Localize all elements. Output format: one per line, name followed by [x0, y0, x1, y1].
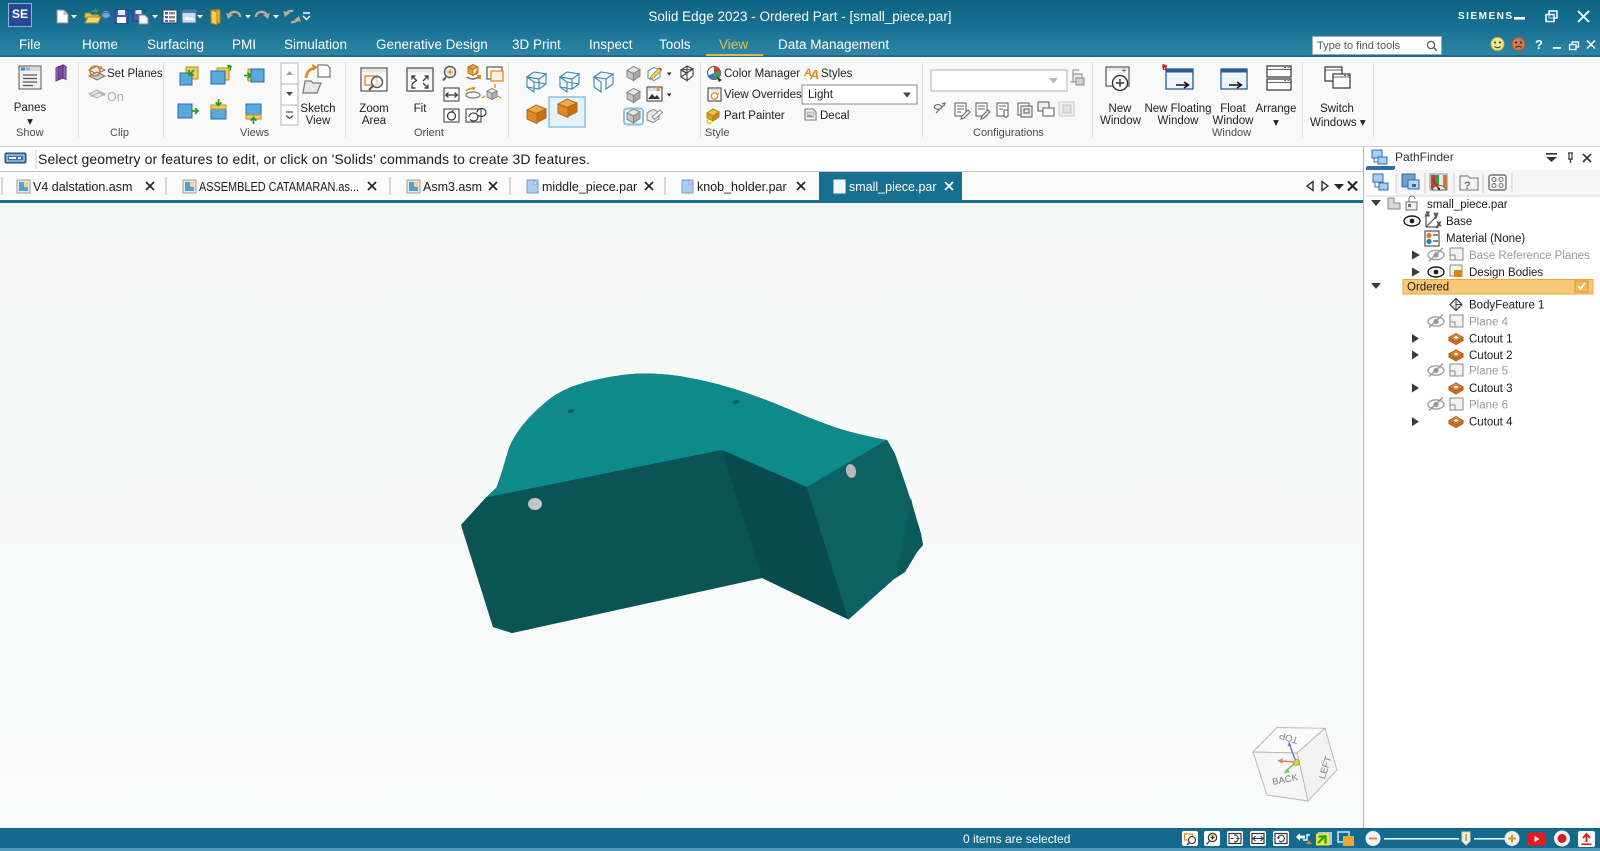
svg-text:Design Bodies: Design Bodies	[1469, 267, 1543, 279]
svg-text:Asm3.asm: Asm3.asm	[423, 180, 482, 194]
svg-text:Plane 6: Plane 6	[1469, 399, 1508, 411]
svg-text:Plane 5: Plane 5	[1469, 366, 1508, 378]
svg-text:Cutout 2: Cutout 2	[1469, 350, 1512, 362]
svg-text:small_piece.par: small_piece.par	[849, 180, 937, 194]
svg-text:A: A	[809, 67, 819, 82]
svg-text:?: ?	[1535, 37, 1543, 52]
svg-text:V4 dalstation.asm: V4 dalstation.asm	[33, 180, 132, 194]
svg-text:BodyFeature 1: BodyFeature 1	[1469, 300, 1544, 312]
svg-text:Cutout 1: Cutout 1	[1469, 334, 1512, 346]
svg-text:Ordered: Ordered	[1407, 282, 1449, 294]
svg-text:Base: Base	[1446, 216, 1472, 228]
svg-text:Cutout 4: Cutout 4	[1469, 417, 1513, 429]
svg-text:Base Reference Planes: Base Reference Planes	[1469, 250, 1590, 262]
svg-text:z: z	[1426, 211, 1430, 218]
svg-text:y: y	[1434, 212, 1438, 219]
svg-text:ASSEMBLED CATAMARAN.as...: ASSEMBLED CATAMARAN.as...	[199, 180, 359, 194]
svg-text:PathFinder: PathFinder	[1395, 150, 1454, 164]
svg-text:x: x	[1437, 221, 1441, 228]
svg-text:middle_piece.par: middle_piece.par	[542, 180, 637, 194]
svg-text:knob_holder.par: knob_holder.par	[697, 180, 787, 194]
svg-text:small_piece.par: small_piece.par	[1427, 199, 1508, 211]
svg-text:Cutout 3: Cutout 3	[1469, 383, 1512, 395]
svg-text:?: ?	[1464, 180, 1471, 192]
svg-text:Plane 4: Plane 4	[1469, 317, 1509, 329]
svg-text:Material (None): Material (None)	[1446, 233, 1525, 245]
svg-text:Light: Light	[808, 89, 834, 101]
